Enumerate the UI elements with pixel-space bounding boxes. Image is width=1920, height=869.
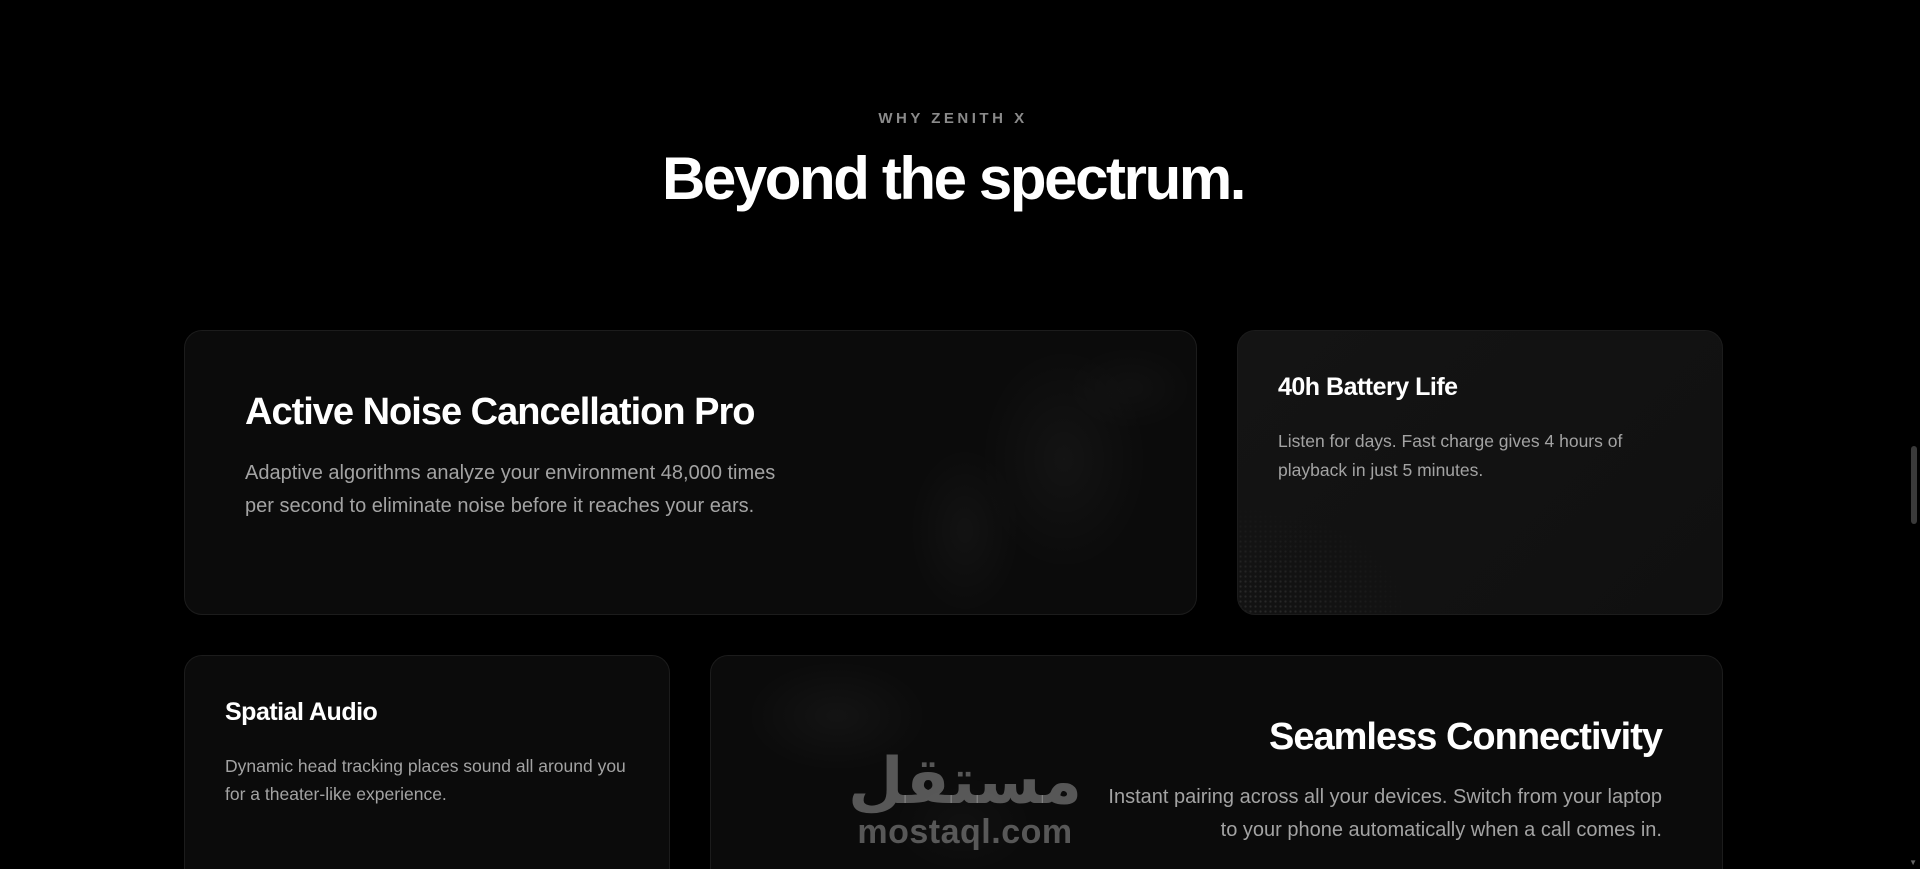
watermark-arabic-text: مستقل (847, 745, 1083, 819)
feature-description-anc: Adaptive algorithms analyze your environ… (245, 462, 776, 517)
feature-title-connectivity: Seamless Connectivity (1269, 716, 1663, 758)
feature-description-spatial: Dynamic head tracking places sound all a… (225, 756, 626, 804)
feature-description-battery: Listen for days. Fast charge gives 4 hou… (1278, 431, 1623, 480)
feature-description-connectivity: Instant pairing across all your devices.… (1108, 786, 1662, 841)
feature-title-spatial: Spatial Audio (225, 698, 378, 726)
mostaql-watermark: مستقل mostaql.com (840, 745, 1090, 857)
battery-dot-pattern (1238, 504, 1418, 614)
scrollbar-thumb[interactable] (1911, 446, 1917, 524)
feature-title-anc: Active Noise Cancellation Pro (245, 391, 755, 433)
anc-background-texture (866, 331, 1196, 614)
feature-card-anc: Active Noise Cancellation Pro Adaptive a… (184, 330, 1197, 615)
feature-title-battery: 40h Battery Life (1278, 373, 1458, 401)
scroll-down-arrow-icon[interactable]: ▼ (1909, 858, 1917, 867)
page-scrollbar[interactable]: ▼ (1906, 0, 1920, 869)
features-section: WHY ZENITH X Beyond the spectrum. Active… (0, 0, 1920, 869)
section-eyebrow: WHY ZENITH X (878, 110, 1028, 127)
watermark-latin-text: mostaql.com (857, 813, 1073, 851)
feature-card-battery: 40h Battery Life Listen for days. Fast c… (1237, 330, 1723, 615)
feature-card-spatial: Spatial Audio Dynamic head tracking plac… (184, 655, 670, 869)
section-headline: Beyond the spectrum. (661, 145, 1247, 212)
